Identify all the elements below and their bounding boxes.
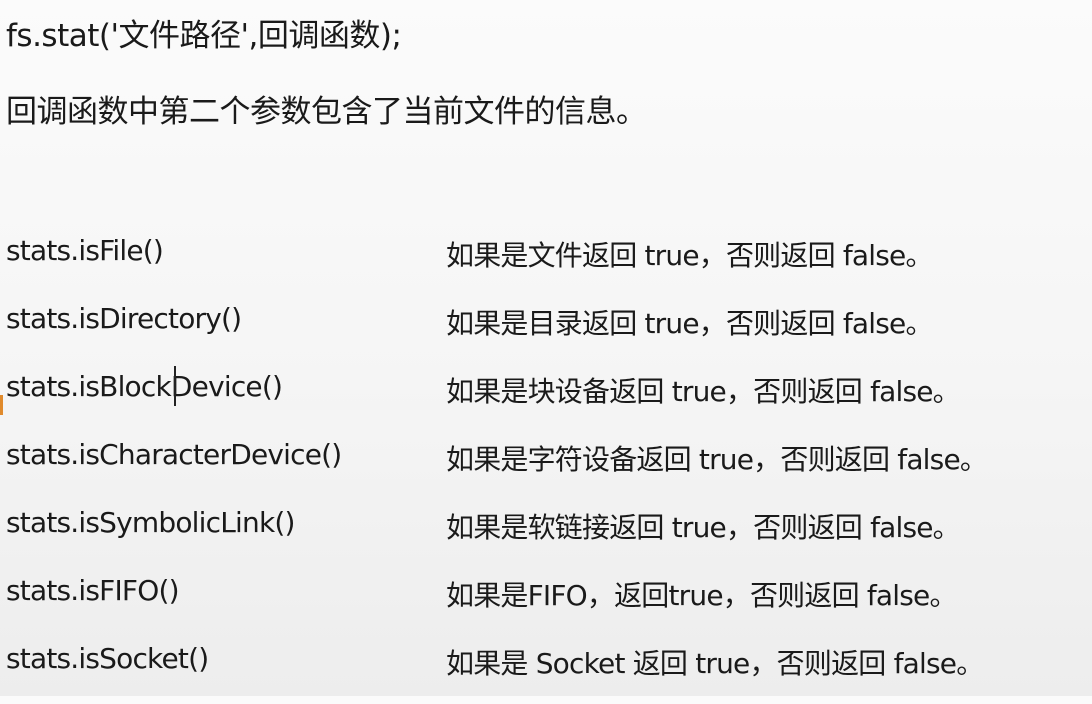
method-description: 如果是 Socket 返回 true，否则返回 false。 <box>446 647 984 680</box>
method-row-issocket: stats.isSocket() 如果是 Socket 返回 true，否则返回… <box>0 636 1092 704</box>
method-description: 如果是字符设备返回 true，否则返回 false。 <box>446 443 988 476</box>
method-row-ischaracterdevice: stats.isCharacterDevice() 如果是字符设备返回 true… <box>0 432 1092 500</box>
text-cursor <box>174 366 176 406</box>
method-description: 如果是FIFO，返回true，否则返回 false。 <box>446 579 957 612</box>
method-name: stats.isSymbolicLink() <box>6 506 295 539</box>
method-row-isfifo: stats.isFIFO() 如果是FIFO，返回true，否则返回 false… <box>0 568 1092 636</box>
slide: fs.stat('文件路径',回调函数); 回调函数中第二个参数包含了当前文件的… <box>0 0 1092 696</box>
method-description: 如果是目录返回 true，否则返回 false。 <box>446 307 933 340</box>
method-row-issymboliclink: stats.isSymbolicLink() 如果是软链接返回 true，否则返… <box>0 500 1092 568</box>
method-row-isdirectory: stats.isDirectory() 如果是目录返回 true，否则返回 fa… <box>0 296 1092 364</box>
method-name: stats.isDirectory() <box>6 302 242 335</box>
edge-marker <box>0 395 3 415</box>
method-name: stats.isBlockDevice() <box>6 370 283 403</box>
method-row-isblockdevice: stats.isBlockDevice() 如果是块设备返回 true，否则返回… <box>0 364 1092 432</box>
method-description: 如果是文件返回 true，否则返回 false。 <box>446 239 933 272</box>
method-row-isfile: stats.isFile() 如果是文件返回 true，否则返回 false。 <box>0 228 1092 296</box>
method-name: stats.isFIFO() <box>6 574 180 607</box>
stats-method-list: stats.isFile() 如果是文件返回 true，否则返回 false。 … <box>0 228 1092 704</box>
method-name: stats.isFile() <box>6 234 164 267</box>
method-description: 如果是块设备返回 true，否则返回 false。 <box>446 375 961 408</box>
method-name: stats.isCharacterDevice() <box>6 438 342 471</box>
method-name: stats.isSocket() <box>6 642 209 675</box>
callback-description: 回调函数中第二个参数包含了当前文件的信息。 <box>6 94 647 130</box>
fs-stat-signature: fs.stat('文件路径',回调函数); <box>6 18 402 54</box>
method-description: 如果是软链接返回 true，否则返回 false。 <box>446 511 961 544</box>
